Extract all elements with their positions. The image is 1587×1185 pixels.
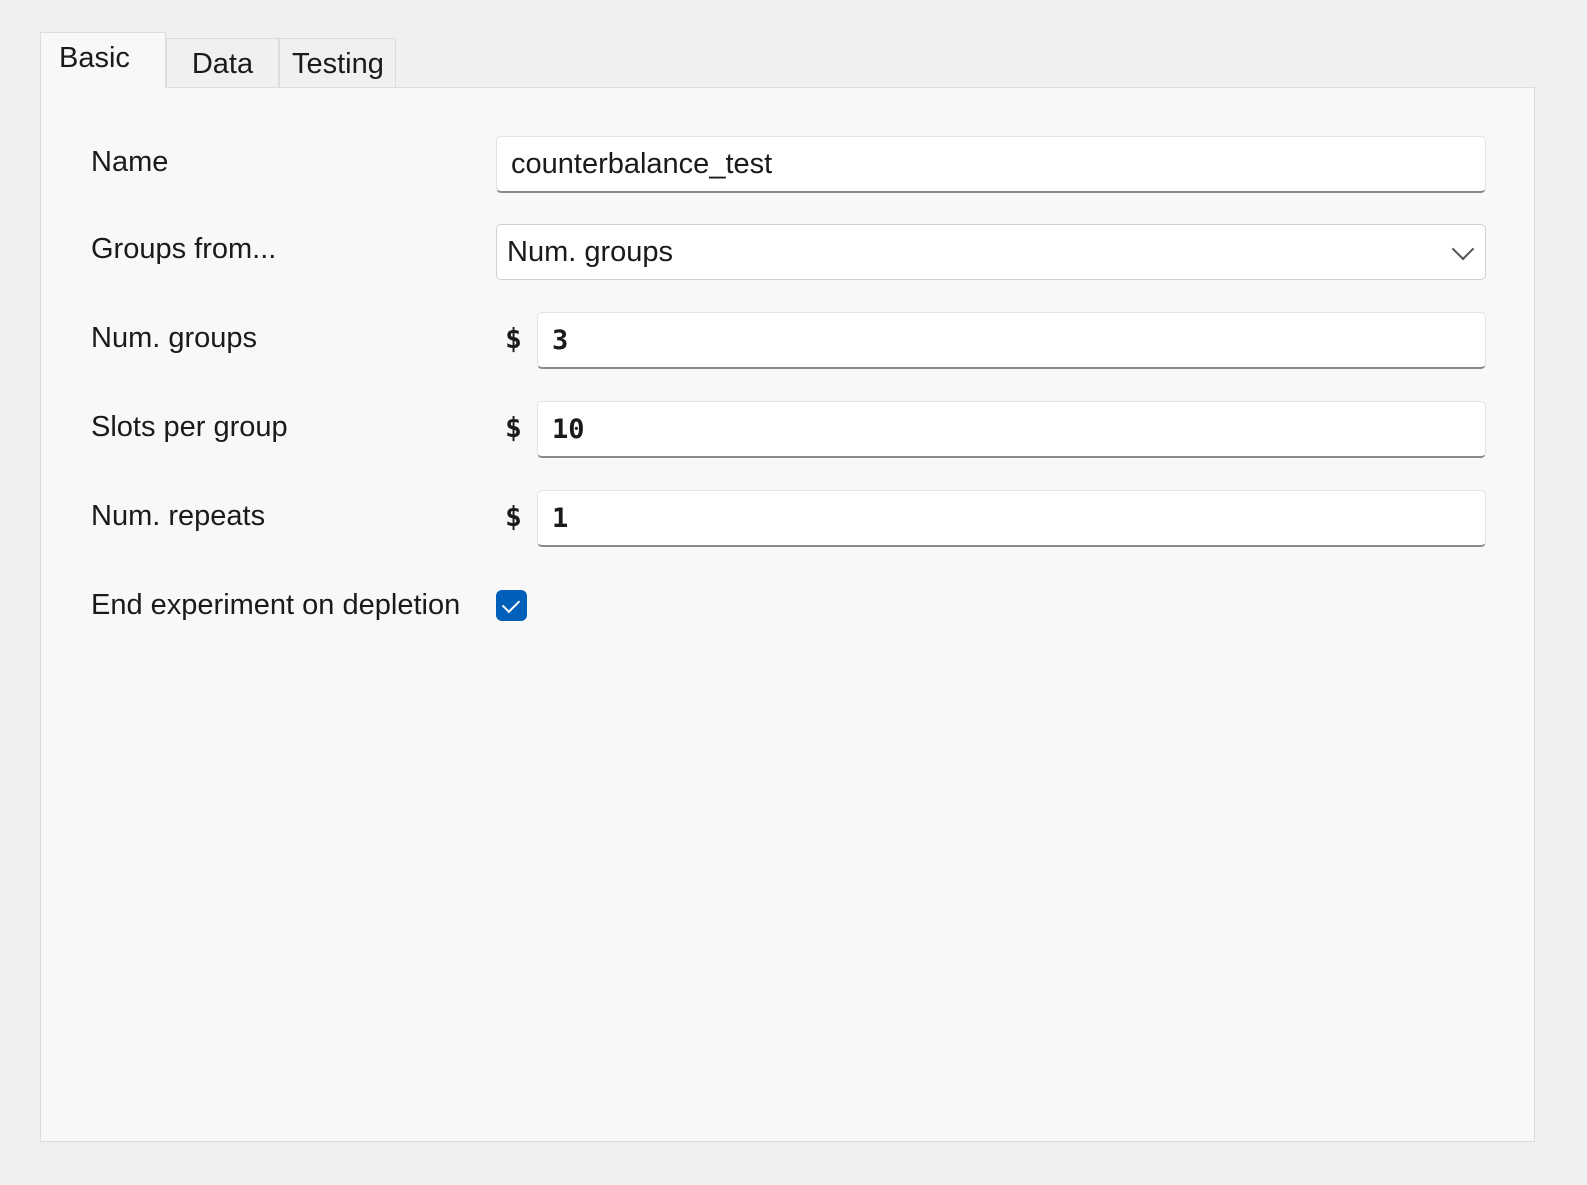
tab-basic[interactable]: Basic xyxy=(40,32,166,89)
name-input[interactable]: counterbalance_test xyxy=(496,136,1486,193)
num-groups-code-icon: $ xyxy=(505,322,522,355)
slots-per-group-code-icon: $ xyxy=(505,411,522,444)
num-repeats-label: Num. repeats xyxy=(91,500,266,532)
chevron-down-icon xyxy=(1451,237,1475,261)
groups-from-selected-value: Num. groups xyxy=(507,235,674,268)
groups-from-label: Groups from... xyxy=(91,233,277,265)
num-repeats-code-icon: $ xyxy=(505,500,522,533)
num-groups-value: 3 xyxy=(552,324,569,356)
tab-data[interactable]: Data xyxy=(166,38,279,88)
slots-per-group-value: 10 xyxy=(552,413,585,445)
slots-per-group-input[interactable]: 10 xyxy=(537,401,1486,458)
num-repeats-value: 1 xyxy=(552,502,569,534)
num-groups-input[interactable]: 3 xyxy=(537,312,1486,369)
num-repeats-input[interactable]: 1 xyxy=(537,490,1486,547)
basic-tab-panel: Name counterbalance_test Groups from... … xyxy=(40,87,1535,1142)
groups-from-select[interactable]: Num. groups xyxy=(496,224,1486,280)
end-on-depletion-checkbox[interactable] xyxy=(496,590,527,621)
tab-testing[interactable]: Testing xyxy=(279,38,396,88)
counterbalance-dialog: Basic Data Testing Name counterbalance_t… xyxy=(0,0,1587,1185)
end-on-depletion-label: End experiment on depletion xyxy=(91,589,461,621)
name-label: Name xyxy=(91,146,169,178)
tab-bar: Basic Data Testing xyxy=(40,32,1536,89)
name-input-value: counterbalance_test xyxy=(511,147,773,180)
slots-per-group-label: Slots per group xyxy=(91,411,288,443)
num-groups-label: Num. groups xyxy=(91,322,258,354)
checkmark-icon xyxy=(501,594,521,614)
